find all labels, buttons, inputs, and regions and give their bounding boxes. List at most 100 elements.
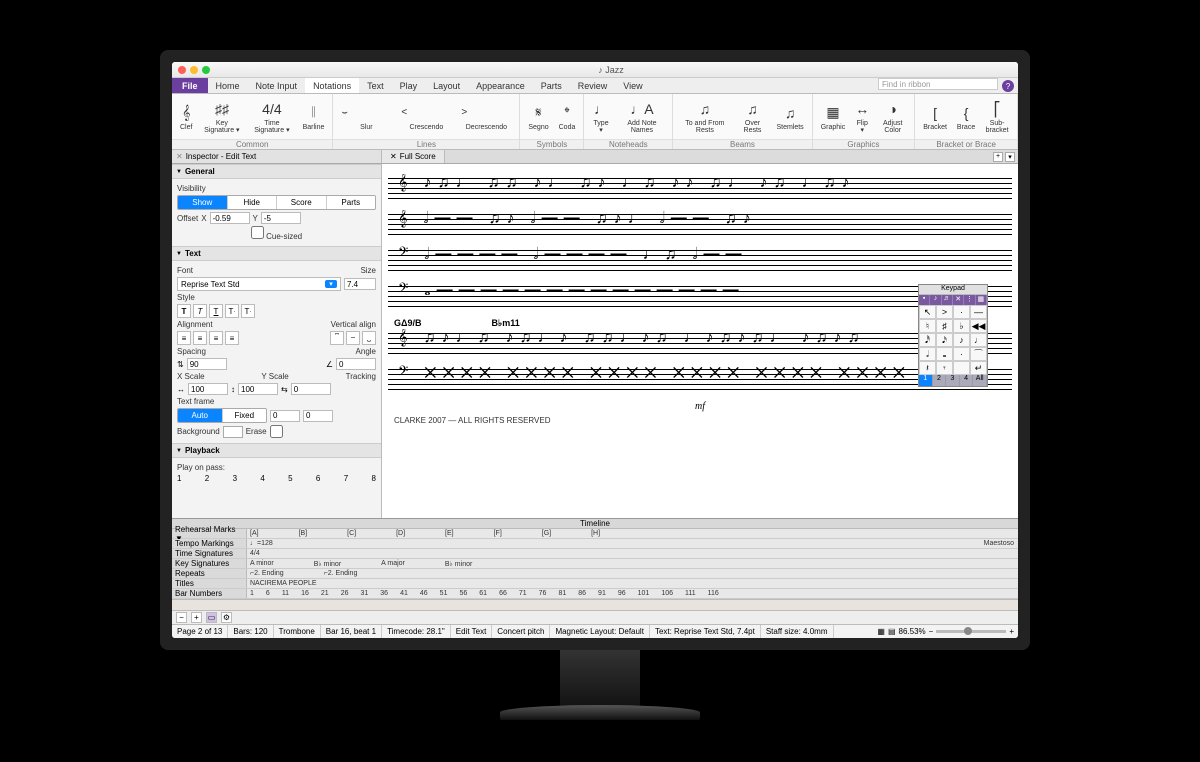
pass-2[interactable]: 2 [205, 474, 209, 483]
kp-16th[interactable]: 𝅘𝅥𝅯 [936, 333, 953, 347]
kp-layout-2[interactable]: 2 [933, 375, 947, 386]
close-icon[interactable]: ✕ [176, 152, 183, 161]
kp-32nd[interactable]: 𝅘𝅥𝅰 [919, 333, 936, 347]
keypad-tab-1[interactable]: ▪ [919, 295, 930, 305]
ribbon-key-signature[interactable]: ♯♯Key Signature ▾ [198, 97, 245, 136]
kp-layout-4[interactable]: 4 [960, 375, 974, 386]
ribbon-bracket[interactable]: [Bracket [919, 101, 951, 133]
kp-rest2[interactable]: 𝄾 [936, 361, 953, 375]
background-color[interactable] [223, 426, 243, 438]
super-button[interactable]: T· [225, 304, 239, 318]
pass-6[interactable]: 6 [316, 474, 320, 483]
ribbon-over-rests[interactable]: ♫Over Rests [734, 97, 770, 136]
kp-layout-all[interactable]: All [973, 375, 987, 386]
view-mode-icon[interactable]: ▦ [877, 627, 885, 636]
zoom-out-button[interactable]: − [176, 612, 187, 623]
inspector-tab[interactable]: ✕ Inspector - Edit Text [172, 150, 382, 163]
ribbon-search[interactable]: Find in ribbon [878, 78, 998, 90]
pass-3[interactable]: 3 [233, 474, 237, 483]
tl-timesig-content[interactable]: 4/4 [247, 549, 1018, 558]
ribbon-type[interactable]: ♩Type ▾ [588, 97, 613, 136]
kp-flat[interactable]: ♭ [953, 319, 970, 333]
tab-review[interactable]: Review [570, 78, 616, 93]
kp-half[interactable]: 𝅗𝅥 [919, 347, 936, 361]
offset-y-input[interactable] [261, 212, 301, 224]
timeline-tracks[interactable] [172, 599, 1018, 610]
align-justify-button[interactable]: ≡ [225, 331, 239, 345]
ribbon-time-signature[interactable]: 4/4Time Signature ▾ [247, 97, 296, 136]
zoom-plus-button[interactable]: + [1009, 627, 1014, 636]
kp-enter[interactable]: ↵ [970, 361, 987, 375]
ribbon-flip[interactable]: ↔Flip ▾ [851, 97, 873, 136]
view-mode-2-icon[interactable]: ▤ [888, 627, 896, 636]
ribbon-graphic[interactable]: ▦Graphic [817, 101, 850, 133]
ribbon-sub-bracket[interactable]: ⎡Sub-bracket [981, 97, 1013, 136]
kp-whole[interactable]: 𝅝 [936, 347, 953, 361]
pass-8[interactable]: 8 [371, 474, 375, 483]
kp-natural[interactable]: ♮ [919, 319, 936, 333]
kp-blank1[interactable] [953, 361, 970, 375]
help-icon[interactable]: ? [1002, 80, 1014, 92]
text-frame-w[interactable] [270, 410, 300, 422]
tl-repeats-content[interactable]: ⌐2. Ending⌐2. Ending [247, 569, 1018, 578]
valign-mid-button[interactable]: ⎯ [346, 331, 360, 345]
pass-1[interactable]: 1 [177, 474, 181, 483]
underline-button[interactable]: T [209, 304, 223, 318]
keypad-tab-5[interactable]: ⋮ [964, 295, 975, 305]
kp-dot[interactable]: · [953, 347, 970, 361]
zoom-minus-button[interactable]: − [929, 627, 934, 636]
keypad-tab-3[interactable]: ♬ [942, 295, 953, 305]
valign-top-button[interactable]: ⎴ [330, 331, 344, 345]
kp-staccato[interactable]: · [953, 305, 970, 319]
panorama-button[interactable]: ▭ [206, 612, 217, 623]
text-frame-auto[interactable]: Auto [178, 409, 223, 422]
size-input[interactable] [344, 278, 376, 290]
align-left-button[interactable]: ≡ [177, 331, 191, 345]
valign-bot-button[interactable]: ⎵ [362, 331, 376, 345]
ribbon-crescendo[interactable]: <Crescendo [397, 101, 455, 133]
tab-parts[interactable]: Parts [533, 78, 570, 93]
ribbon-clef[interactable]: 𝄞Clef [176, 101, 196, 133]
zoom-in-button[interactable]: + [191, 612, 202, 623]
score-canvas[interactable]: 𝄞 ♪♫♩ ♫♫ ♪♩ ♫♪ ♩♫ ♪♪ ♫♩ ♪♫ ♩♫♪ 𝄞 𝅗𝅥━━ ♫♪… [382, 164, 1018, 518]
kp-cursor[interactable]: ↖ [919, 305, 936, 319]
yscale-input[interactable] [238, 383, 278, 395]
kp-tie[interactable]: ⁀ [970, 347, 987, 361]
tl-titles-content[interactable]: NACIREMA PEOPLE [247, 579, 1018, 588]
font-select[interactable]: Reprise Text Std▾ [177, 277, 341, 291]
keypad-tab-6[interactable]: ▦ [976, 295, 987, 305]
playback-section-header[interactable]: Playback [172, 443, 381, 458]
keypad-tab-4[interactable]: ✕ [953, 295, 964, 305]
tab-view[interactable]: View [615, 78, 650, 93]
maximize-icon[interactable] [202, 66, 210, 74]
kp-rest[interactable]: 𝄽 [919, 361, 936, 375]
close-icon[interactable]: ✕ [390, 152, 397, 161]
tl-rehearsal-label[interactable]: Rehearsal Marks ▼ [172, 529, 247, 538]
pass-5[interactable]: 5 [288, 474, 292, 483]
ribbon-barline[interactable]: 𝄁Barline [299, 101, 329, 133]
ribbon-decrescendo[interactable]: >Decrescendo [457, 101, 515, 133]
ribbon-add-note-names[interactable]: ♩AAdd Note Names [616, 97, 669, 136]
visibility-hide[interactable]: Hide [228, 196, 278, 209]
visibility-show[interactable]: Show [178, 196, 228, 209]
tl-barnum-content[interactable]: 1611162126313641465156616671768186919610… [247, 589, 1018, 598]
kp-accent[interactable]: > [936, 305, 953, 319]
angle-input[interactable] [336, 358, 376, 370]
ribbon-adjust-color[interactable]: ◑Adjust Color [875, 97, 910, 136]
score-tab[interactable]: ✕ Full Score [382, 150, 445, 163]
offset-x-input[interactable] [210, 212, 250, 224]
kp-rewind[interactable]: ◀◀ [970, 319, 987, 333]
ribbon-brace[interactable]: {Brace [953, 101, 979, 133]
tracking-input[interactable] [291, 383, 331, 395]
ribbon-stemlets[interactable]: ♫Stemlets [772, 101, 807, 133]
ribbon-coda[interactable]: 𝄌Coda [555, 101, 580, 133]
tab-appearance[interactable]: Appearance [468, 78, 533, 93]
xscale-input[interactable] [188, 383, 228, 395]
spacing-input[interactable] [187, 358, 227, 370]
kp-layout-1[interactable]: 1 [919, 375, 933, 386]
file-menu[interactable]: File [172, 78, 208, 93]
kp-sharp[interactable]: ♯ [936, 319, 953, 333]
text-section-header[interactable]: Text [172, 246, 381, 261]
ribbon-to-from-rests[interactable]: ♫To and From Rests [677, 97, 732, 136]
visibility-score[interactable]: Score [277, 196, 327, 209]
